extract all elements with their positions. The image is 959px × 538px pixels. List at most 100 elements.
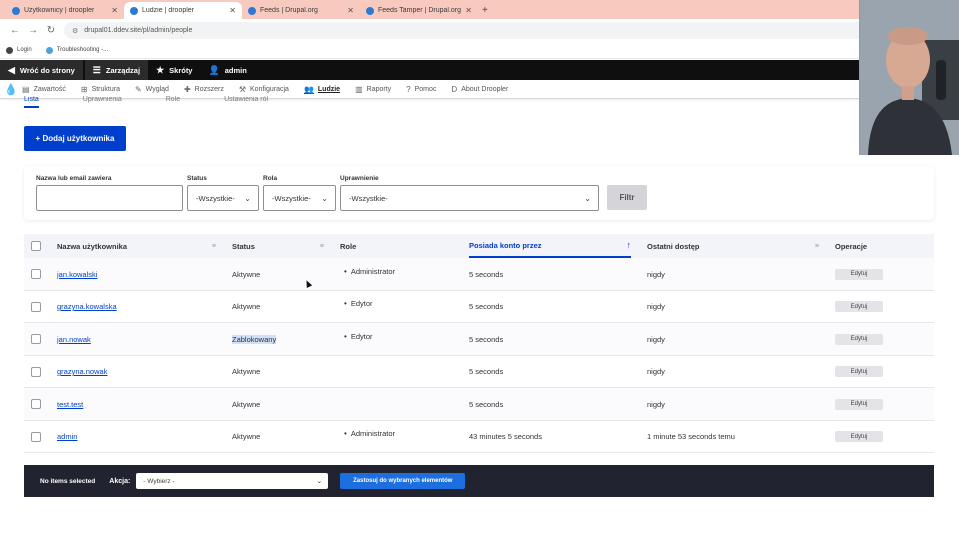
row-checkbox[interactable] xyxy=(31,334,41,344)
apply-bulk-action-button[interactable]: Zastosuj do wybranych elementów xyxy=(340,473,466,489)
username-link[interactable]: grazyna.kowalska xyxy=(57,302,117,311)
selection-status: No items selected xyxy=(40,477,96,485)
globe-icon xyxy=(6,46,13,54)
last-access-value: 1 minute 53 seconds temu xyxy=(647,432,735,441)
hamburger-icon: ☰ xyxy=(92,64,101,75)
toolbar-label: Wygląd xyxy=(145,85,169,93)
row-checkbox[interactable] xyxy=(31,301,41,312)
users-table: Nazwa użytkownika ≡ Status ≡ Role Posiada … xyxy=(24,234,934,453)
toolbar-item-help[interactable]: ? Pomoc xyxy=(406,85,436,94)
toolbar-item-about[interactable]: D About Droopler xyxy=(451,85,508,94)
droopler-logo-icon: D xyxy=(451,84,458,94)
header-username[interactable]: Nazwa użytkownika ≡ xyxy=(57,234,216,258)
table-header: Nazwa użytkownika ≡ Status ≡ Role Posiada … xyxy=(24,234,934,258)
edit-button[interactable]: Edytuj xyxy=(835,366,883,377)
status-filter-value: -Wszystkie- xyxy=(196,193,235,203)
name-filter-input[interactable] xyxy=(36,185,183,211)
last-access-value: nigdy xyxy=(647,269,665,279)
manage-button[interactable]: ☰ Zarządzaj xyxy=(84,60,149,80)
toolbar-item-appearance[interactable]: ✎ Wygląd xyxy=(135,85,169,94)
table-row: jan.kowalski Aktywne • Administrator 5 se… xyxy=(24,258,934,291)
browser-tab[interactable]: Feeds | Drupal.org ✕ xyxy=(242,2,360,19)
tab-permissions[interactable]: Uprawnienia xyxy=(83,96,122,108)
browser-tab-active[interactable]: Ludzie | droopler ✕ xyxy=(124,2,242,19)
toolbar-label: About Droopler xyxy=(461,85,509,93)
droplet-logo-icon[interactable]: 💧 xyxy=(0,83,22,96)
edit-button[interactable]: Edytuj xyxy=(835,333,883,345)
status-value: Aktywne xyxy=(232,269,261,279)
last-access-value: nigdy xyxy=(647,334,665,344)
last-access-value: nigdy xyxy=(647,302,665,311)
browser-tab[interactable]: Użytkownicy | droopler ✕ xyxy=(6,2,124,19)
close-tab-icon[interactable]: ✕ xyxy=(347,6,354,15)
header-last-access[interactable]: Ostatni dostęp ≡ xyxy=(647,234,819,258)
action-select[interactable]: - Wybierz - ⌄ xyxy=(136,473,329,489)
user-button[interactable]: 👤 admin xyxy=(200,60,254,80)
new-tab-button[interactable]: + xyxy=(482,2,488,19)
edit-button[interactable]: Edytuj xyxy=(835,398,883,410)
site-info-icon[interactable]: ⚙ xyxy=(72,27,78,35)
row-checkbox[interactable] xyxy=(31,366,41,377)
globe-icon xyxy=(45,46,53,54)
tab-list[interactable]: Lista xyxy=(24,96,39,108)
reload-icon[interactable]: ↻ xyxy=(42,25,60,36)
close-tab-icon[interactable]: ✕ xyxy=(465,6,472,15)
row-checkbox[interactable] xyxy=(31,269,41,279)
add-user-button[interactable]: + Dodaj użytkownika xyxy=(24,126,126,151)
username-link[interactable]: grazyna.nowak xyxy=(57,367,107,376)
drupal-favicon-icon xyxy=(366,6,374,15)
role-item: • Administrator xyxy=(344,429,395,438)
row-checkbox[interactable] xyxy=(31,399,41,409)
select-all-checkbox-cell xyxy=(31,234,41,258)
tab-roles[interactable]: Role xyxy=(166,96,180,108)
browser-tab[interactable]: Feeds Tamper | Drupal.org ✕ xyxy=(360,2,478,19)
username-link[interactable]: test.test xyxy=(57,400,83,409)
bookmark-troubleshooting[interactable]: Troubleshooting -... xyxy=(45,46,108,54)
sitemap-icon: ⊞ xyxy=(80,84,88,94)
edit-button[interactable]: Edytuj xyxy=(835,301,883,312)
username-link[interactable]: admin xyxy=(57,432,77,441)
toolbar-item-content[interactable]: ▤ Zawartość xyxy=(22,85,66,94)
table-row: admin Aktywne • Administrator 43 minutes … xyxy=(24,421,934,453)
permission-filter-label: Uprawnienie xyxy=(340,175,379,182)
role-value: Edytor xyxy=(350,299,373,308)
username-link[interactable]: jan.nowak xyxy=(57,335,91,344)
row-checkbox[interactable] xyxy=(31,431,41,442)
toolbar-item-people[interactable]: 👥 Ludzie xyxy=(304,85,340,94)
username-link[interactable]: jan.kowalski xyxy=(57,270,97,279)
bookmark-login[interactable]: Login xyxy=(6,46,32,54)
header-status-label: Status xyxy=(232,241,255,251)
bullet-icon: • xyxy=(344,299,347,308)
status-filter-select[interactable]: -Wszystkie- ⌄ xyxy=(187,185,259,211)
close-tab-icon[interactable]: ✕ xyxy=(229,6,236,15)
toolbar-item-reports[interactable]: ▥ Raporty xyxy=(355,85,391,94)
edit-button[interactable]: Edytuj xyxy=(835,431,883,442)
bookmark-label: Login xyxy=(17,47,32,53)
select-all-checkbox[interactable] xyxy=(31,241,41,251)
tab-title: Ludzie | droopler xyxy=(142,7,195,14)
close-tab-icon[interactable]: ✕ xyxy=(111,6,118,15)
tab-title: Feeds Tamper | Drupal.org xyxy=(378,7,462,14)
header-member-for[interactable]: Posiada konto przez ↑ xyxy=(469,234,631,258)
sort-icon: ≡ xyxy=(319,242,324,250)
toolbar-item-configuration[interactable]: ⚒ Konfiguracja xyxy=(239,85,289,94)
last-access-value: nigdy xyxy=(647,367,665,376)
chevron-down-icon: ⌄ xyxy=(244,193,251,203)
forward-arrow-icon[interactable]: → xyxy=(24,25,42,36)
role-filter-select[interactable]: -Wszystkie- ⌄ xyxy=(263,185,336,211)
toolbar-item-structure[interactable]: ⊞ Struktura xyxy=(81,85,120,94)
tab-role-settings[interactable]: Ustawienia ról xyxy=(224,96,268,108)
bulk-actions-bar: No items selected Akcja: - Wybierz - ⌄ Za… xyxy=(24,465,934,497)
back-to-site-button[interactable]: ◀ Wróć do strony xyxy=(0,60,83,80)
back-arrow-icon[interactable]: ← xyxy=(6,25,24,36)
permission-filter-select[interactable]: -Wszystkie- ⌄ xyxy=(340,185,599,211)
header-status[interactable]: Status ≡ xyxy=(232,234,324,258)
filter-submit-button[interactable]: Filtr xyxy=(607,185,647,210)
member-for-value: 5 seconds xyxy=(469,302,504,311)
presenter-video-image xyxy=(860,0,959,155)
edit-button[interactable]: Edytuj xyxy=(835,268,883,280)
toolbar-item-extend[interactable]: ✚ Rozszerz xyxy=(184,85,224,94)
url-field[interactable]: ⚙ drupal01.ddev.site/pl/admin/people xyxy=(64,22,884,39)
browser-tab-bar: Użytkownicy | droopler ✕ Ludzie | droople… xyxy=(0,0,959,19)
shortcuts-button[interactable]: ★ Skróty xyxy=(148,60,200,80)
